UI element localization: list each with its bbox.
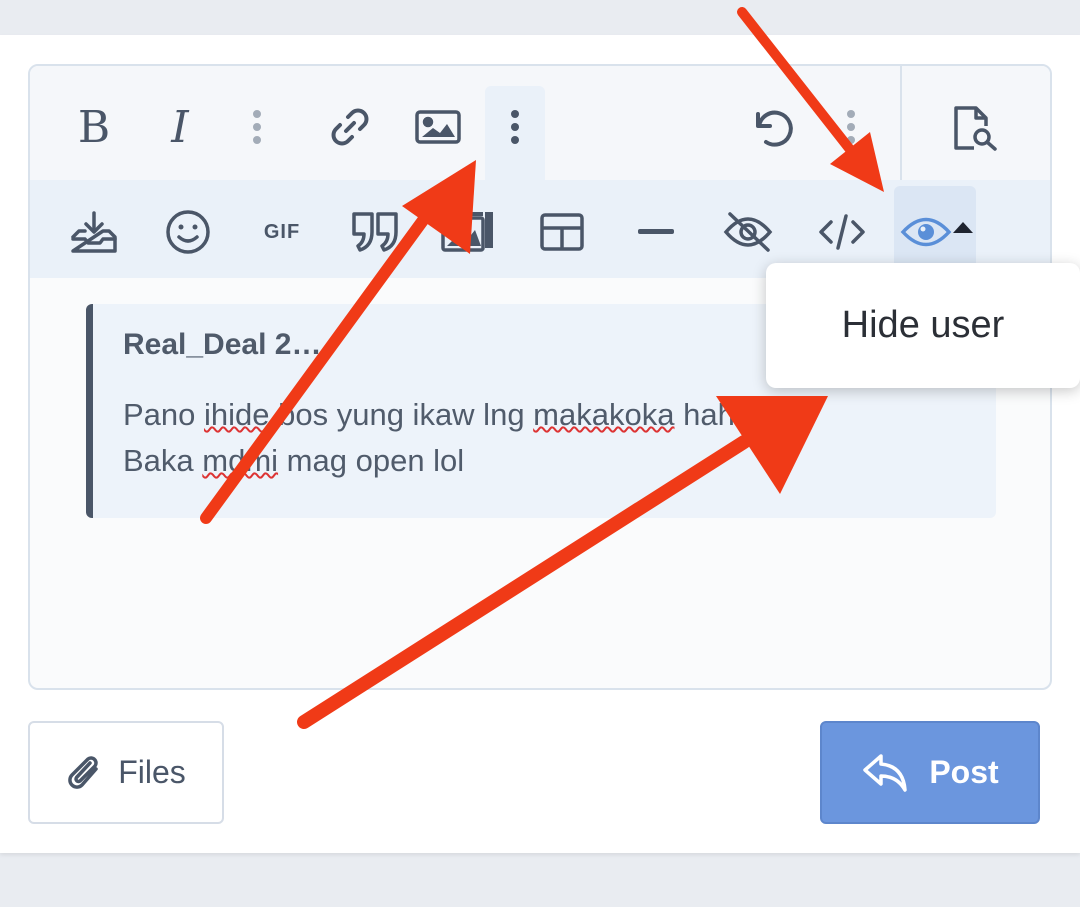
paperclip-icon xyxy=(68,755,98,789)
dropdown-caret-icon[interactable] xyxy=(953,222,973,233)
image-button[interactable] xyxy=(408,102,468,152)
eye-slash-icon xyxy=(723,212,773,252)
vertical-ellipsis-icon xyxy=(511,110,519,144)
horizontal-line-button[interactable] xyxy=(626,216,686,248)
document-search-icon xyxy=(954,106,997,151)
vertical-ellipsis-icon xyxy=(847,110,855,144)
preview-button[interactable] xyxy=(944,98,1004,158)
minus-icon xyxy=(638,229,674,234)
toolbar-divider xyxy=(900,66,902,180)
undo-button[interactable] xyxy=(744,100,800,156)
quote-text-part: Pano xyxy=(123,397,205,432)
gif-icon: GIF xyxy=(263,220,301,243)
code-icon xyxy=(819,214,865,250)
more-text-button[interactable] xyxy=(242,102,272,152)
media-gallery-icon xyxy=(441,212,493,252)
table-button[interactable] xyxy=(532,206,592,258)
hide-button[interactable] xyxy=(896,206,956,258)
link-icon xyxy=(331,108,369,146)
post-button[interactable]: Post xyxy=(820,721,1040,824)
files-label: Files xyxy=(118,754,186,790)
undo-icon xyxy=(756,110,793,147)
reply-icon xyxy=(863,753,908,792)
misspelled-word: mdmi xyxy=(202,443,279,478)
quote-icon xyxy=(352,212,398,252)
bold-icon: B xyxy=(77,101,111,153)
attach-files-button[interactable]: Files xyxy=(28,721,224,824)
italic-icon: I xyxy=(171,101,189,153)
link-button[interactable] xyxy=(322,100,378,154)
bold-button[interactable]: B xyxy=(66,96,122,158)
eye-icon xyxy=(900,217,952,247)
drafts-button[interactable] xyxy=(66,204,122,260)
more-options-button[interactable] xyxy=(836,102,866,152)
spoiler-button[interactable] xyxy=(718,204,778,260)
vertical-ellipsis-icon xyxy=(253,110,261,144)
quote-text-part: bos yung ikaw lng xyxy=(269,397,534,432)
quote-text: Pano ihide bos yung ikaw lng makakoka ha… xyxy=(123,392,996,484)
quote-button[interactable] xyxy=(346,204,406,260)
tray-download-icon xyxy=(71,211,117,253)
quote-text-part: haha. xyxy=(674,397,761,432)
table-icon xyxy=(540,213,584,251)
post-label: Post xyxy=(929,754,999,790)
image-icon xyxy=(415,110,461,144)
hide-dropdown-menu: Hide user xyxy=(766,263,1080,388)
gif-button[interactable]: GIF xyxy=(252,210,312,254)
smiley-icon xyxy=(166,210,210,254)
quote-text-part: mag open lol xyxy=(278,443,465,478)
media-button[interactable] xyxy=(436,204,500,260)
italic-button[interactable]: I xyxy=(152,96,208,158)
code-button[interactable] xyxy=(812,206,872,258)
misspelled-word: ihide xyxy=(204,397,270,432)
emoji-button[interactable] xyxy=(158,204,218,260)
quote-text-part: Baka xyxy=(123,443,203,478)
more-insert-button[interactable] xyxy=(500,102,530,152)
misspelled-word: makakoka xyxy=(533,397,675,432)
hide-user-menu-item[interactable]: Hide user xyxy=(842,304,1005,347)
